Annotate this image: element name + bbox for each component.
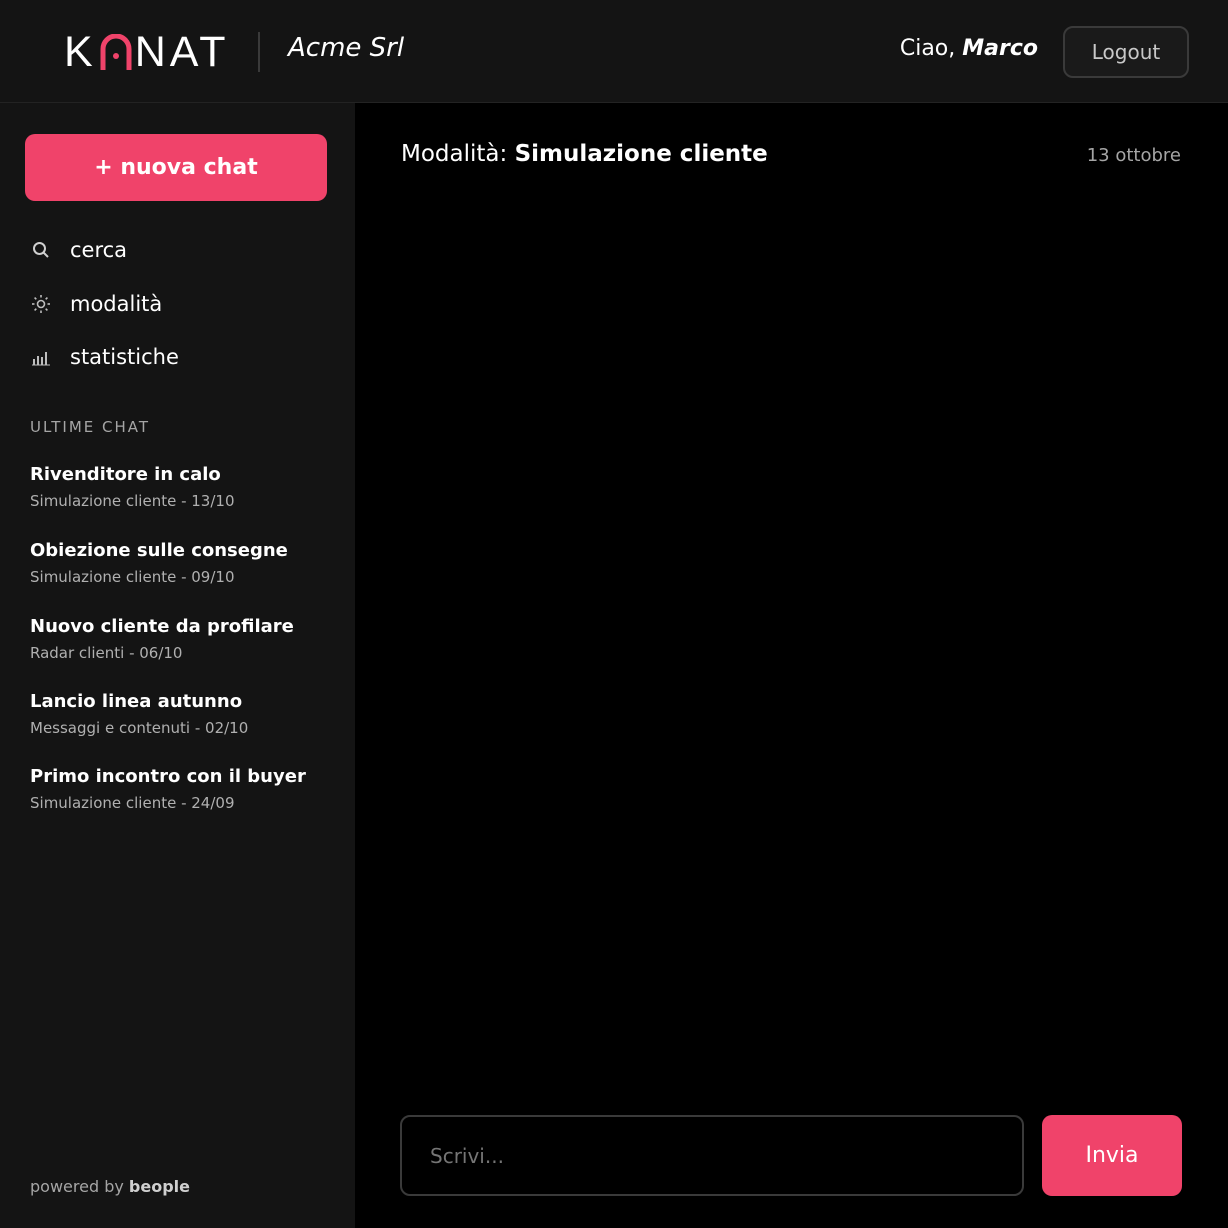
message-input[interactable]	[400, 1115, 1024, 1196]
user-name: Marco	[962, 36, 1038, 61]
logo-a-icon	[99, 34, 133, 70]
chat-title: Obiezione sulle consegne	[30, 540, 288, 561]
send-button[interactable]: Invia	[1042, 1115, 1182, 1196]
sidebar-item-label: statistiche	[70, 345, 179, 369]
kanat-logo: K NAT	[64, 27, 230, 76]
logo-text-left: K	[64, 27, 97, 76]
logout-button[interactable]: Logout	[1063, 26, 1189, 78]
sidebar-item-label: modalità	[70, 292, 163, 316]
chat-subtitle: Simulazione cliente - 09/10	[30, 568, 235, 586]
chat-title: Nuovo cliente da profilare	[30, 616, 294, 637]
recent-chat-item[interactable]: Primo incontro con il buyer Simulazione …	[30, 765, 330, 813]
mode-name: Simulazione cliente	[514, 141, 768, 167]
logo-text-right: NAT	[134, 27, 230, 76]
recent-chat-item[interactable]: Nuovo cliente da profilare Radar clienti…	[30, 615, 330, 663]
recent-chat-item[interactable]: Lancio linea autunno Messaggi e contenut…	[30, 690, 330, 738]
user-greeting: Ciao, Marco	[900, 36, 1038, 61]
sidebar: + nuova chat cerca modalità statistiche …	[0, 103, 355, 1228]
chat-date: 13 ottobre	[1086, 145, 1181, 166]
header-divider	[258, 32, 260, 72]
bar-chart-icon	[30, 346, 52, 368]
chat-title: Lancio linea autunno	[30, 691, 243, 712]
chat-subtitle: Radar clienti - 06/10	[30, 644, 183, 662]
recent-chat-item[interactable]: Rivenditore in calo Simulazione cliente …	[30, 463, 330, 511]
recent-chat-item[interactable]: Obiezione sulle consegne Simulazione cli…	[30, 539, 330, 587]
chat-subtitle: Simulazione cliente - 13/10	[30, 492, 235, 510]
sidebar-item-mode[interactable]: modalità	[30, 289, 162, 319]
chat-subtitle: Simulazione cliente - 24/09	[30, 794, 235, 812]
sidebar-item-statistics[interactable]: statistiche	[30, 342, 179, 372]
powered-by-brand: beople	[128, 1177, 190, 1196]
sidebar-item-label: cerca	[70, 238, 128, 262]
sidebar-item-search[interactable]: cerca	[30, 235, 127, 265]
sun-icon	[30, 293, 52, 315]
top-bar: K NAT Acme Srl Ciao, Marco Logout	[0, 0, 1228, 103]
new-chat-button[interactable]: + nuova chat	[25, 134, 327, 201]
mode-prefix: Modalità:	[401, 141, 515, 167]
search-icon	[30, 239, 52, 261]
greeting-prefix: Ciao,	[899, 36, 963, 61]
powered-by: powered by beople	[30, 1177, 190, 1196]
company-name: Acme Srl	[288, 33, 405, 63]
powered-by-prefix: powered by	[30, 1177, 129, 1196]
chat-subtitle: Messaggi e contenuti - 02/10	[30, 719, 249, 737]
recent-chats-heading: ULTIME CHAT	[30, 418, 151, 436]
chat-title: Rivenditore in calo	[30, 464, 221, 485]
page-title: Modalità: Simulazione cliente	[401, 141, 768, 167]
chat-title: Primo incontro con il buyer	[30, 766, 306, 787]
